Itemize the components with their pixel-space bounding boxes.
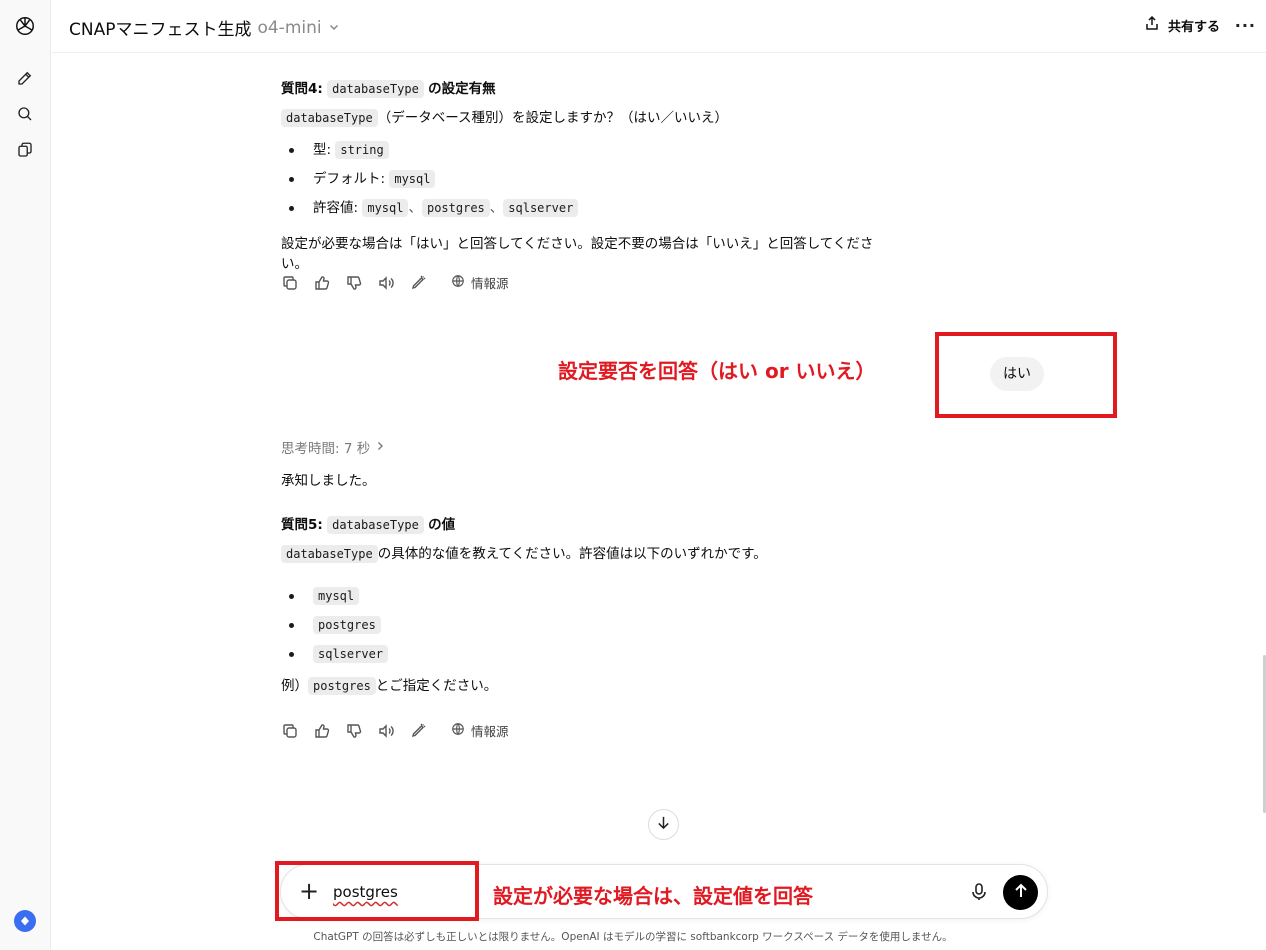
q4-question: databaseType （データベース種別）を設定しますか？（はい／いいえ） — [281, 108, 881, 137]
chat-title: CNAPマニフェスト生成 — [69, 20, 252, 40]
thumbs-down-icon[interactable] — [345, 274, 363, 292]
chevron-right-icon — [375, 439, 385, 455]
q5-question: databaseType の具体的な値を教えてください。許容値は以下のいずれかです… — [281, 544, 881, 573]
new-chat-icon[interactable] — [14, 67, 36, 89]
model-selector[interactable]: CNAPマニフェスト生成 o4-mini — [69, 15, 340, 40]
thinking-toggle[interactable]: 思考時間: 7 秒 — [281, 437, 385, 457]
message-actions: 情報源 — [281, 721, 509, 740]
arrow-down-icon — [656, 815, 671, 834]
more-options-button[interactable]: ··· — [1235, 16, 1256, 35]
globe-icon — [451, 722, 465, 739]
ack-text: 承知しました。 — [281, 473, 376, 489]
q4-details-list: 型: string デフォルト: mysql 許容値: mysql、 postgr… — [281, 140, 881, 227]
openai-logo-icon[interactable] — [13, 14, 37, 38]
list-item: 型: string — [281, 140, 881, 169]
search-icon[interactable] — [14, 103, 36, 125]
share-icon — [1144, 15, 1160, 35]
q4-heading: 質問4: databaseType の設定有無 — [281, 80, 496, 98]
list-item: 許容値: mysql、 postgres、 sqlserver — [281, 198, 881, 227]
chevron-down-icon — [328, 18, 340, 38]
list-item: デフォルト: mysql — [281, 169, 881, 198]
assistant-message-q5: 承知しました。 質問5: databaseType の値 databaseTyp… — [281, 471, 881, 696]
annotation-box-user-answer — [935, 332, 1117, 418]
q5-heading: 質問5: databaseType の値 — [281, 516, 456, 534]
thumbs-down-icon[interactable] — [345, 722, 363, 740]
library-icon[interactable] — [14, 139, 36, 161]
list-item: postgres — [281, 615, 881, 644]
disclaimer-text: ChatGPT の回答は必ずしも正しいとは限りません。OpenAI はモデルの学… — [313, 931, 953, 943]
edit-canvas-icon[interactable] — [409, 274, 427, 292]
send-button[interactable] — [1003, 875, 1038, 910]
list-item: mysql — [281, 586, 881, 615]
share-label: 共有する — [1167, 19, 1220, 35]
scroll-down-button[interactable] — [648, 809, 679, 840]
assistant-message-q4: 質問4: databaseType の設定有無 databaseType （データ… — [281, 79, 881, 274]
microphone-icon[interactable] — [969, 882, 989, 902]
left-rail — [0, 0, 51, 950]
copy-icon[interactable] — [281, 722, 299, 740]
sources-button[interactable]: 情報源 — [451, 721, 509, 740]
list-item: sqlserver — [281, 644, 881, 673]
share-button[interactable]: 共有する — [1144, 15, 1220, 35]
annotation-box-composer — [275, 861, 479, 921]
copy-icon[interactable] — [281, 274, 299, 292]
q4-instruction: 設定が必要な場合は「はい」と回答してください。設定不要の場合は「いいえ」と回答し… — [281, 236, 874, 272]
q5-options-list: mysql postgres sqlserver — [281, 586, 881, 673]
read-aloud-icon[interactable] — [377, 274, 395, 292]
globe-icon — [451, 274, 465, 291]
annotation-value: 設定が必要な場合は、設定値を回答 — [493, 884, 813, 908]
thumbs-up-icon[interactable] — [313, 274, 331, 292]
message-actions: 情報源 — [281, 273, 509, 292]
edit-canvas-icon[interactable] — [409, 722, 427, 740]
top-bar: CNAPマニフェスト生成 o4-mini 共有する ··· — [51, 0, 1266, 53]
sources-button[interactable]: 情報源 — [451, 273, 509, 292]
annotation-yes-no: 設定要否を回答（はい or いいえ） — [558, 359, 876, 383]
thumbs-up-icon[interactable] — [313, 722, 331, 740]
read-aloud-icon[interactable] — [377, 722, 395, 740]
arrow-up-icon — [1013, 883, 1029, 903]
q5-example: 例） postgres とご指定ください。 — [281, 677, 498, 695]
model-name: o4-mini — [257, 17, 322, 38]
